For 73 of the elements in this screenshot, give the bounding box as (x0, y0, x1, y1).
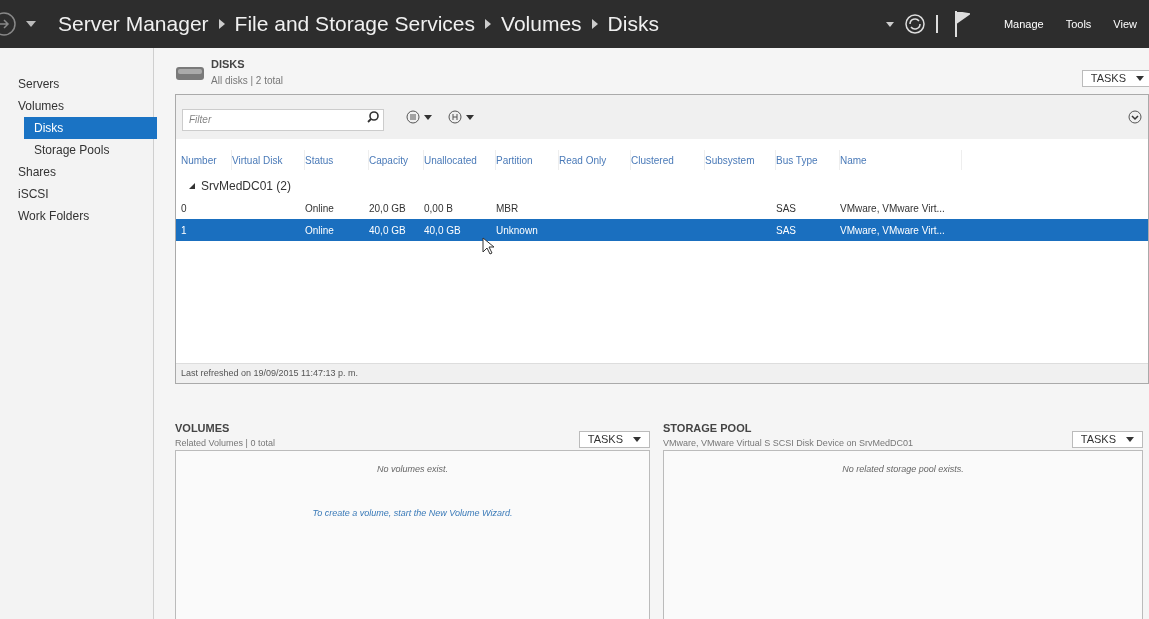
chevron-icon (218, 19, 225, 29)
caret-icon (1136, 76, 1144, 81)
section-title: STORAGE POOL (663, 421, 753, 436)
column-header[interactable]: Status (305, 150, 369, 170)
refresh-icon[interactable] (903, 13, 926, 35)
sidebar-item[interactable]: iSCSI (10, 183, 143, 205)
menu-item[interactable]: Tools (1065, 15, 1092, 33)
table-cell-text: VMware, VMware Virt... (840, 223, 946, 238)
caret-icon[interactable] (885, 21, 894, 27)
flag-icon[interactable] (953, 11, 970, 37)
chevron-icon (485, 19, 492, 29)
caret-icon[interactable] (26, 21, 36, 27)
table-cell-text: MBR (496, 201, 520, 216)
expand-icon[interactable] (1128, 110, 1142, 124)
group-options-icon[interactable] (448, 110, 474, 124)
table-cell-text: SAS (776, 223, 797, 238)
caret-icon (1126, 437, 1134, 442)
sidebar-item[interactable]: Shares (10, 161, 143, 183)
back-icon[interactable] (0, 11, 18, 37)
table-cell-text: SAS (776, 201, 797, 216)
table-cell-text: VMware, VMware Virt... (840, 201, 946, 216)
column-header[interactable]: Subsystem (705, 150, 776, 170)
section-subtitle: Related Volumes | 0 total (175, 436, 275, 450)
search-icon[interactable] (367, 111, 379, 123)
sidebar-item[interactable]: Servers (10, 73, 143, 95)
tasks-button[interactable]: TASKS (1071, 431, 1143, 448)
column-header[interactable]: Clustered (631, 150, 705, 170)
sidebar-item[interactable]: Volumes (10, 95, 143, 117)
breadcrumb-item[interactable]: Volumes (501, 8, 582, 40)
table-row[interactable]: 0 Online 20,0 GB 0,00 B MBR SAS VMware, VMware Virt... (176, 197, 1148, 219)
column-header[interactable]: Unallocated (424, 150, 496, 170)
sidebar-item[interactable]: Work Folders (10, 205, 143, 227)
wizard-link[interactable]: To create a volume, start the New Volume Wizard. (312, 506, 513, 520)
column-header[interactable]: Number (181, 150, 232, 170)
column-header[interactable]: Capacity (369, 150, 424, 170)
group-label: SrvMedDC01 (2) (201, 178, 292, 195)
tasks-button[interactable]: TASKS (1081, 70, 1149, 87)
table-cell-text: 0,00 B (424, 201, 454, 216)
breadcrumb-item[interactable]: File and Storage Services (234, 8, 476, 40)
empty-message: No related storage pool exists. (842, 463, 964, 476)
column-header[interactable]: Name (840, 150, 962, 170)
section-title: DISKS (211, 57, 246, 72)
column-header[interactable]: Bus Type (776, 150, 840, 170)
column-header[interactable]: Read Only (559, 150, 631, 170)
section-title: VOLUMES (175, 421, 231, 436)
expand-arrow-icon[interactable] (189, 183, 195, 189)
breadcrumb-item[interactable]: Server Manager (58, 8, 209, 40)
section-subtitle: All disks | 2 total (211, 73, 284, 88)
empty-message: No volumes exist. (377, 463, 448, 476)
table-cell-text: 1 (181, 223, 188, 238)
menu-item[interactable]: View (1113, 15, 1137, 33)
table-row[interactable]: 1 Online 40,0 GB 40,0 GB Unknown SAS VMware, VMware Virt... (176, 219, 1148, 241)
list-options-icon[interactable] (406, 110, 432, 124)
breadcrumb-item[interactable]: Disks (607, 8, 659, 40)
table-cell-text: 0 (181, 201, 188, 216)
table-cell-text: 40,0 GB (369, 223, 407, 238)
column-header[interactable]: Partition (496, 150, 559, 170)
filter-field[interactable]: Filter (182, 108, 384, 131)
section-subtitle: VMware, VMware Virtual S SCSI Disk Device on SrvMedDC01 (663, 436, 913, 450)
pointer-icon (482, 237, 494, 255)
tasks-button[interactable]: TASKS (578, 431, 650, 448)
menu-item[interactable]: Manage (1003, 15, 1044, 33)
table-cell-text: Online (305, 201, 335, 216)
column-header[interactable]: Virtual Disk (232, 150, 305, 170)
chevron-icon (591, 19, 598, 29)
table-cell-text: 20,0 GB (369, 201, 407, 216)
table-cell-text: 40,0 GB (424, 223, 462, 238)
refresh-timestamp: Last refreshed on 19/09/2015 11:47:13 p. m. (181, 366, 358, 380)
table-cell-text: Online (305, 223, 335, 238)
sidebar-item[interactable]: Storage Pools (24, 139, 157, 161)
table-cell-text: Unknown (496, 223, 539, 238)
caret-icon (633, 437, 641, 442)
sidebar-item[interactable]: Disks (24, 117, 157, 139)
